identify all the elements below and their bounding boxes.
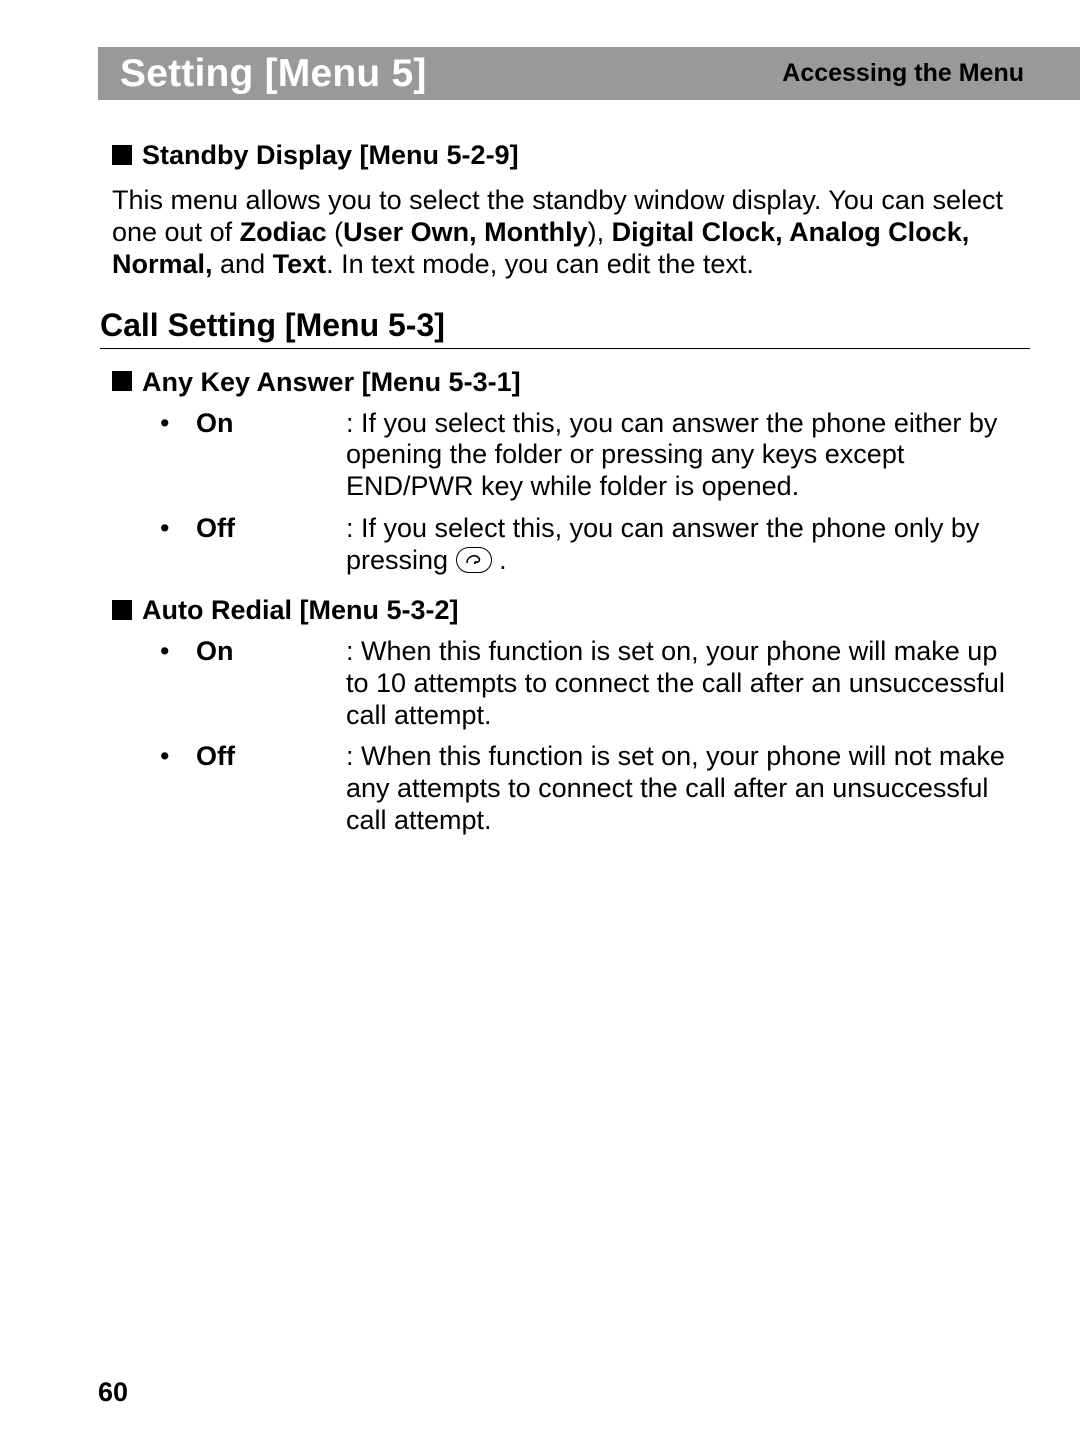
any-key-off-row: • Off : If you select this, you can answ… [112,513,1020,577]
any-key-answer-heading: Any Key Answer [Menu 5-3-1] [112,367,1020,398]
body-bold-text: Text [273,249,327,279]
body-tail: . In text mode, you can edit the text. [326,249,754,279]
option-on-desc: : If you select this, you can answer the… [346,408,1020,504]
bullet-dot-icon: • [112,408,196,504]
header-title: Setting [Menu 5] [98,52,427,96]
square-bullet-icon [112,145,132,165]
bullet-dot-icon: • [112,513,196,577]
option-on-label: On [196,408,346,504]
any-key-answer-heading-text: Any Key Answer [Menu 5-3-1] [142,367,521,397]
content-area: Standby Display [Menu 5-2-9] This menu a… [112,140,1020,847]
option-on-desc: : When this function is set on, your pho… [346,636,1020,732]
bullet-dot-icon: • [112,636,196,732]
body-bold-zodiac: Zodiac [240,217,327,247]
square-bullet-icon [112,600,132,620]
body-sep2: ), [588,217,612,247]
header-subtitle: Accessing the Menu [782,59,1024,88]
header-bar: Setting [Menu 5] Accessing the Menu [98,47,1080,100]
standby-display-body: This menu allows you to select the stand… [112,185,1020,281]
option-off-desc: : If you select this, you can answer the… [346,513,1020,577]
option-on-label: On [196,636,346,732]
auto-redial-off-row: • Off : When this function is set on, yo… [112,741,1020,837]
bullet-dot-icon: • [112,741,196,837]
send-key-icon [456,547,492,573]
any-key-on-row: • On : If you select this, you can answe… [112,408,1020,504]
auto-redial-heading: Auto Redial [Menu 5-3-2] [112,595,1020,626]
body-bold-user-own: User Own, Monthly [343,217,588,247]
body-sep1: ( [327,217,344,247]
auto-redial-heading-text: Auto Redial [Menu 5-3-2] [142,595,459,625]
option-off-desc-lead: : If you select this, you can answer the… [346,513,979,575]
standby-display-heading: Standby Display [Menu 5-2-9] [112,140,1020,171]
auto-redial-on-row: • On : When this function is set on, you… [112,636,1020,732]
option-off-label: Off [196,741,346,837]
standby-display-heading-text: Standby Display [Menu 5-2-9] [142,140,519,170]
call-setting-heading: Call Setting [Menu 5-3] [100,307,1030,349]
body-sep3: and [213,249,273,279]
option-off-label: Off [196,513,346,577]
option-off-desc-tail: . [499,545,507,575]
square-bullet-icon [112,371,132,391]
option-off-desc: : When this function is set on, your pho… [346,741,1020,837]
page-number: 60 [98,1377,128,1408]
